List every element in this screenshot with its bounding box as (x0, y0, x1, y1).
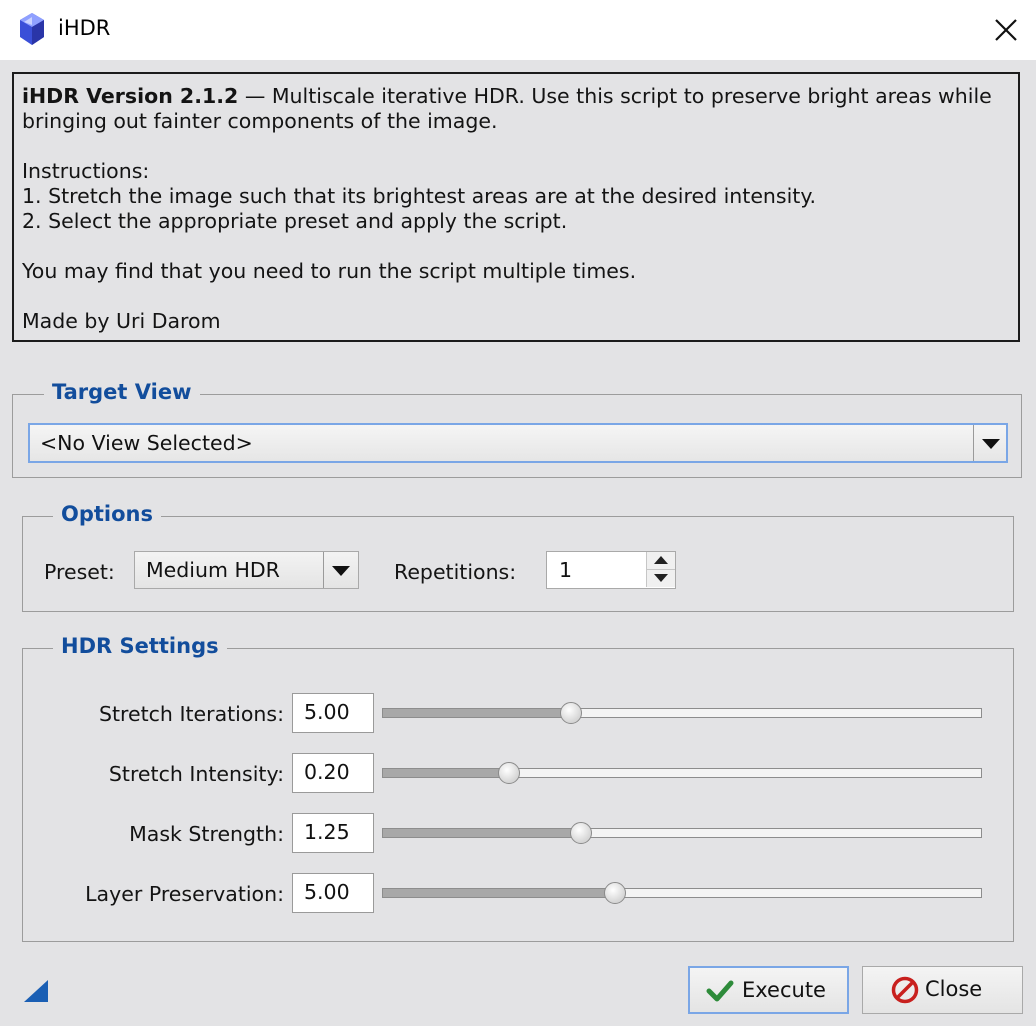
target-view-title: Target View (44, 379, 200, 405)
instruction-step-2: 2. Select the appropriate preset and app… (22, 209, 568, 233)
stretch-iterations-input[interactable]: 5.00 (292, 693, 374, 733)
arrow-down-icon (654, 574, 668, 582)
window-title: iHDR (58, 16, 111, 40)
description-box: iHDR Version 2.1.2 — Multiscale iterativ… (12, 72, 1020, 342)
resize-corner-icon[interactable] (24, 980, 48, 1002)
mask-strength-input[interactable]: 1.25 (292, 813, 374, 853)
stretch-iterations-label: Stretch Iterations: (98, 702, 284, 726)
target-view-value: <No View Selected> (40, 431, 253, 455)
instructions-heading: Instructions: (22, 159, 150, 183)
options-title: Options (53, 501, 161, 527)
stretch-intensity-slider[interactable] (382, 761, 982, 785)
layer-preservation-label: Layer Preservation: (85, 882, 284, 906)
mask-strength-slider[interactable] (382, 821, 982, 845)
note-text: You may find that you need to run the sc… (22, 259, 637, 283)
preset-value: Medium HDR (146, 558, 280, 582)
slider-handle[interactable] (560, 702, 582, 724)
repetitions-spin-buttons (646, 552, 675, 587)
preset-label: Preset: (44, 560, 115, 584)
repetitions-spinbox[interactable]: 1 (546, 551, 676, 589)
version-title: iHDR Version 2.1.2 (22, 84, 239, 108)
close-label: Close (925, 977, 983, 1001)
layer-preservation-slider[interactable] (382, 881, 982, 905)
spin-up-button[interactable] (647, 552, 675, 570)
stretch-intensity-label: Stretch Intensity: (108, 762, 284, 786)
target-view-dropdown-button[interactable] (973, 425, 1006, 461)
no-entry-icon (891, 976, 919, 1004)
author-text: Made by Uri Darom (22, 309, 221, 333)
preset-dropdown-button[interactable] (323, 552, 358, 588)
slider-handle[interactable] (498, 762, 520, 784)
repetitions-value: 1 (559, 558, 573, 582)
repetitions-label: Repetitions: (394, 560, 517, 584)
app-icon (20, 13, 44, 45)
execute-button[interactable]: Execute (688, 966, 849, 1014)
intro-text: iHDR Version 2.1.2 — Multiscale iterativ… (22, 84, 1010, 134)
chevron-down-icon (982, 439, 1000, 449)
spin-down-button[interactable] (647, 570, 675, 587)
layer-preservation-input[interactable]: 5.00 (292, 873, 374, 913)
preset-combo[interactable]: Medium HDR (134, 551, 359, 589)
stretch-iterations-slider[interactable] (382, 701, 982, 725)
target-view-combo[interactable]: <No View Selected> (28, 423, 1008, 463)
close-icon[interactable] (990, 14, 1022, 46)
chevron-down-icon (332, 566, 350, 576)
title-bar: iHDR (0, 0, 1036, 60)
mask-strength-label: Mask Strength: (129, 822, 284, 846)
checkmark-icon (706, 980, 734, 1002)
instruction-step-1: 1. Stretch the image such that its brigh… (22, 184, 817, 208)
stretch-intensity-input[interactable]: 0.20 (292, 753, 374, 793)
slider-handle[interactable] (570, 822, 592, 844)
arrow-up-icon (654, 556, 668, 564)
slider-handle[interactable] (604, 882, 626, 904)
execute-label: Execute (742, 978, 826, 1002)
close-button[interactable]: Close (862, 966, 1023, 1014)
hdr-settings-title: HDR Settings (53, 633, 227, 659)
